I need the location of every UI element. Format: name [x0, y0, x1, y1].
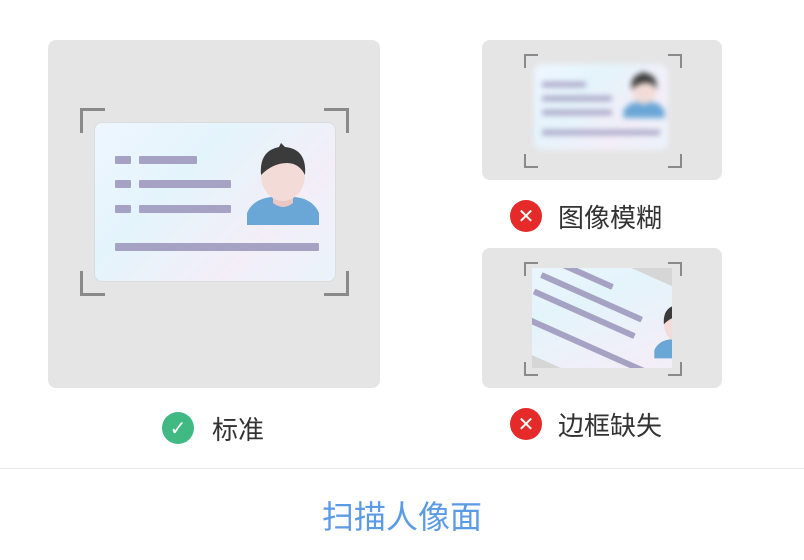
- card-line: [139, 156, 197, 164]
- portrait-icon: [654, 302, 672, 359]
- standard-example-panel: [48, 40, 380, 388]
- tilted-id-card-illustration: [532, 268, 672, 368]
- scan-viewport: [532, 268, 672, 368]
- blurred-id-card-illustration: [534, 64, 668, 150]
- card-line: [542, 96, 612, 101]
- portrait-icon: [247, 143, 319, 225]
- card-line: [542, 110, 612, 115]
- card-line: [139, 180, 231, 188]
- card-line: [115, 180, 131, 188]
- missing-border-example-panel: [482, 248, 722, 388]
- blurry-example-panel: [482, 40, 722, 180]
- card-line: [139, 205, 231, 213]
- blurry-label: 图像模糊: [558, 204, 663, 234]
- portrait-icon: [623, 71, 665, 118]
- divider: [0, 468, 804, 469]
- frame-corner-icon: [668, 54, 682, 68]
- card-line: [542, 130, 660, 135]
- scan-portrait-side-button[interactable]: 扫描人像面: [0, 470, 804, 560]
- close-icon: ✕: [510, 200, 542, 232]
- close-icon: ✕: [510, 408, 542, 440]
- card-line: [115, 156, 131, 164]
- card-line: [115, 205, 131, 213]
- missing-border-label: 边框缺失: [558, 412, 663, 442]
- frame-corner-icon: [668, 154, 682, 168]
- card-line: [542, 82, 586, 87]
- standard-label: 标准: [212, 416, 265, 446]
- id-card-illustration: [94, 122, 336, 282]
- check-icon: ✓: [162, 412, 194, 444]
- card-line: [115, 243, 319, 251]
- frame-corner-icon: [524, 154, 538, 168]
